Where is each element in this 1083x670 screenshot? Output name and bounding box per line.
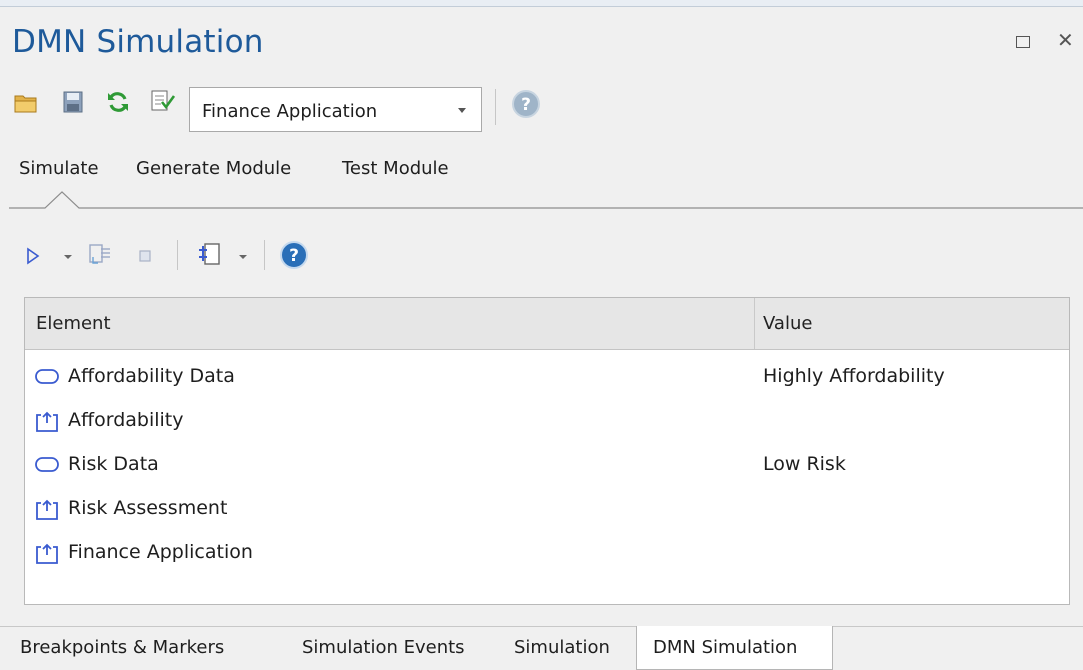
simulation-table: Element Value Affordability Data Highly …: [24, 297, 1070, 605]
tab-simulate[interactable]: Simulate: [19, 158, 99, 179]
window-title: DMN Simulation: [12, 24, 264, 60]
toolbar-separator: [495, 89, 496, 125]
decision-icon: [36, 411, 58, 432]
toolbar-separator: [177, 240, 178, 270]
table-header: Element Value: [25, 298, 1069, 350]
element-name: Finance Application: [68, 541, 253, 563]
model-select[interactable]: Finance Application: [189, 87, 482, 132]
chevron-down-icon[interactable]: [238, 254, 248, 260]
table-row[interactable]: Finance Application: [25, 531, 1069, 575]
chevron-down-icon[interactable]: [458, 108, 466, 113]
svg-text:?: ?: [289, 246, 299, 266]
bottom-tab-bar: Breakpoints & Markers Simulation Events …: [0, 626, 1083, 670]
input-data-icon: [35, 369, 59, 384]
tab-simulation[interactable]: Simulation: [514, 637, 610, 658]
play-icon[interactable]: [26, 247, 40, 265]
model-select-value: Finance Application: [202, 101, 378, 122]
column-header-value[interactable]: Value: [763, 313, 812, 334]
window-top-border: [0, 0, 1083, 7]
refresh-icon[interactable]: [106, 90, 130, 114]
tab-dmn-simulation[interactable]: DMN Simulation: [653, 637, 797, 658]
table-row[interactable]: Affordability Data Highly Affordability: [25, 355, 1069, 399]
validate-icon[interactable]: [150, 89, 176, 113]
folder-open-icon[interactable]: [14, 92, 38, 114]
stop-icon[interactable]: [138, 249, 152, 263]
table-row[interactable]: Risk Assessment: [25, 487, 1069, 531]
element-name: Risk Assessment: [68, 497, 228, 519]
element-value: Low Risk: [763, 453, 846, 475]
tab-generate-module[interactable]: Generate Module: [136, 158, 291, 179]
element-name: Affordability: [68, 409, 184, 431]
close-icon[interactable]: ✕: [1057, 30, 1074, 50]
step-into-icon[interactable]: [88, 243, 112, 267]
column-header-element[interactable]: Element: [36, 313, 111, 334]
chevron-down-icon[interactable]: [63, 254, 73, 260]
decision-icon: [36, 499, 58, 520]
table-row[interactable]: Risk Data Low Risk: [25, 443, 1069, 487]
help-icon[interactable]: ?: [511, 89, 541, 119]
tab-test-module[interactable]: Test Module: [342, 158, 449, 179]
column-divider[interactable]: [754, 298, 755, 349]
save-icon[interactable]: [63, 91, 83, 113]
tab-underline: [9, 191, 1083, 209]
toolbar-separator: [264, 240, 265, 270]
table-row[interactable]: Affordability: [25, 399, 1069, 443]
input-data-icon: [35, 457, 59, 472]
tab-simulation-events[interactable]: Simulation Events: [302, 637, 465, 658]
element-name: Risk Data: [68, 453, 159, 475]
maximize-icon[interactable]: [1016, 36, 1030, 48]
element-value: Highly Affordability: [763, 365, 945, 387]
help-icon[interactable]: ?: [279, 240, 309, 270]
element-name: Affordability Data: [68, 365, 235, 387]
decision-icon: [36, 543, 58, 564]
tab-breakpoints-markers[interactable]: Breakpoints & Markers: [20, 637, 224, 658]
svg-text:?: ?: [521, 95, 531, 115]
configuration-icon[interactable]: [198, 241, 222, 267]
